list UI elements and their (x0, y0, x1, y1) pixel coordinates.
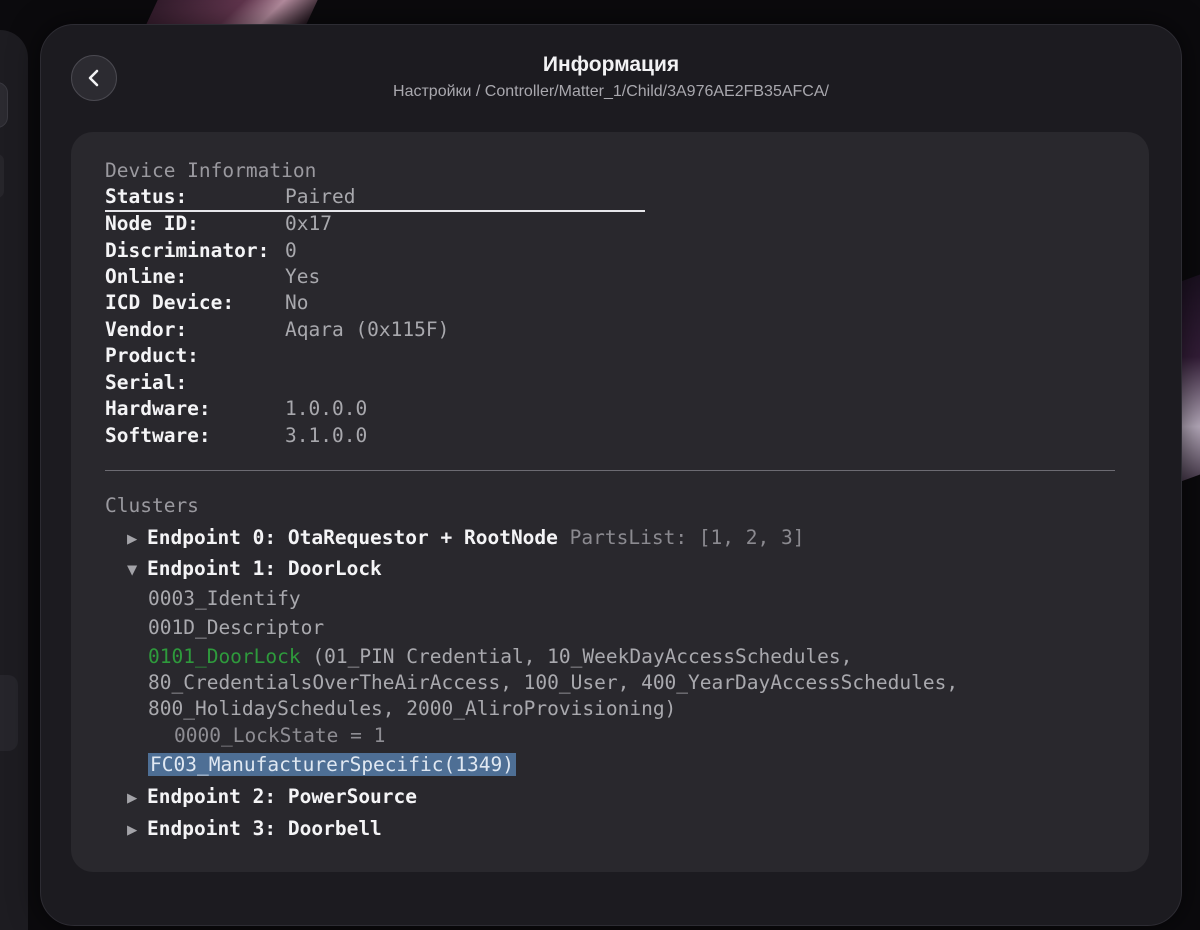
breadcrumb: Настройки / Controller/Matter_1/Child/3A… (393, 83, 829, 100)
info-value: 1.0.0.0 (285, 397, 368, 420)
info-key: Hardware: (105, 397, 211, 420)
endpoint-0-row[interactable]: ▶ Endpoint 0: OtaRequestor + RootNode Par… (127, 524, 804, 552)
triangle-right-icon[interactable]: ▶ (127, 816, 141, 844)
triangle-right-icon[interactable]: ▶ (127, 525, 141, 553)
triangle-down-icon[interactable]: ▼ (127, 556, 141, 584)
info-key: Serial: (105, 371, 188, 394)
endpoint-2-row[interactable]: ▶ Endpoint 2: PowerSource (127, 783, 417, 811)
cluster-doorlock[interactable]: 0101_DoorLock (01_PIN Credential, 10_Wee… (148, 644, 852, 670)
info-key: Vendor: (105, 318, 188, 341)
endpoint-label: Endpoint 1: DoorLock (147, 557, 382, 580)
selected-text: FC03_ManufacturerSpecific(1349) (148, 753, 516, 776)
triangle-right-icon[interactable]: ▶ (127, 784, 141, 812)
cluster-doorlock-features-line: 800_HolidaySchedules, 2000_AliroProvisio… (148, 697, 677, 720)
info-value: 3.1.0.0 (285, 424, 368, 447)
info-value: Aqara (0x115F) (285, 318, 450, 341)
info-key: Software: (105, 424, 211, 447)
info-card: Device Information Status: Paired Node I… (71, 132, 1149, 872)
sidebar-item[interactable] (0, 154, 4, 198)
sidebar-button[interactable] (0, 82, 8, 128)
endpoint-label: Endpoint 2: PowerSource (147, 785, 418, 808)
cluster-manufacturer-specific[interactable]: FC03_ManufacturerSpecific(1349) (148, 752, 516, 778)
info-value: No (285, 291, 309, 314)
info-key: Node ID: (105, 212, 199, 235)
info-value: Yes (285, 265, 321, 288)
endpoint-label: Endpoint 3: Doorbell (147, 817, 382, 840)
endpoint-1-row[interactable]: ▼ Endpoint 1: DoorLock (127, 555, 382, 583)
info-key: ICD Device: (105, 291, 235, 314)
endpoint-parts-list: PartsList: [1, 2, 3] (569, 526, 805, 549)
info-window: Информация Настройки / Controller/Matter… (40, 24, 1182, 926)
sidebar-block[interactable] (0, 675, 18, 751)
info-key: Status: (105, 185, 188, 208)
clusters-heading: Clusters (105, 494, 199, 517)
cluster-identify[interactable]: 0003_Identify (148, 586, 301, 612)
info-value: 0x17 (285, 212, 332, 235)
section-divider (105, 470, 1115, 471)
left-sidebar-panel (0, 30, 28, 930)
info-key: Discriminator: (105, 239, 270, 262)
info-key: Product: (105, 344, 199, 367)
endpoint-3-row[interactable]: ▶ Endpoint 3: Doorbell (127, 815, 382, 843)
cluster-doorlock-features-line: 80_CredentialsOverTheAirAccess, 100_User… (148, 671, 959, 694)
attribute-lockstate[interactable]: 0000_LockState = 1 (174, 723, 385, 749)
endpoint-label: Endpoint 0: OtaRequestor + RootNode (147, 526, 558, 549)
cluster-descriptor[interactable]: 001D_Descriptor (148, 615, 324, 641)
info-value: 0 (285, 239, 297, 262)
cluster-doorlock-name: 0101_DoorLock (148, 645, 301, 668)
device-info-heading: Device Information (105, 159, 317, 182)
cluster-doorlock-features: (01_PIN Credential, 10_WeekDayAccessSche… (300, 645, 853, 668)
page-title: Информация (542, 53, 680, 76)
info-key: Online: (105, 265, 188, 288)
info-value: Paired (285, 185, 356, 208)
